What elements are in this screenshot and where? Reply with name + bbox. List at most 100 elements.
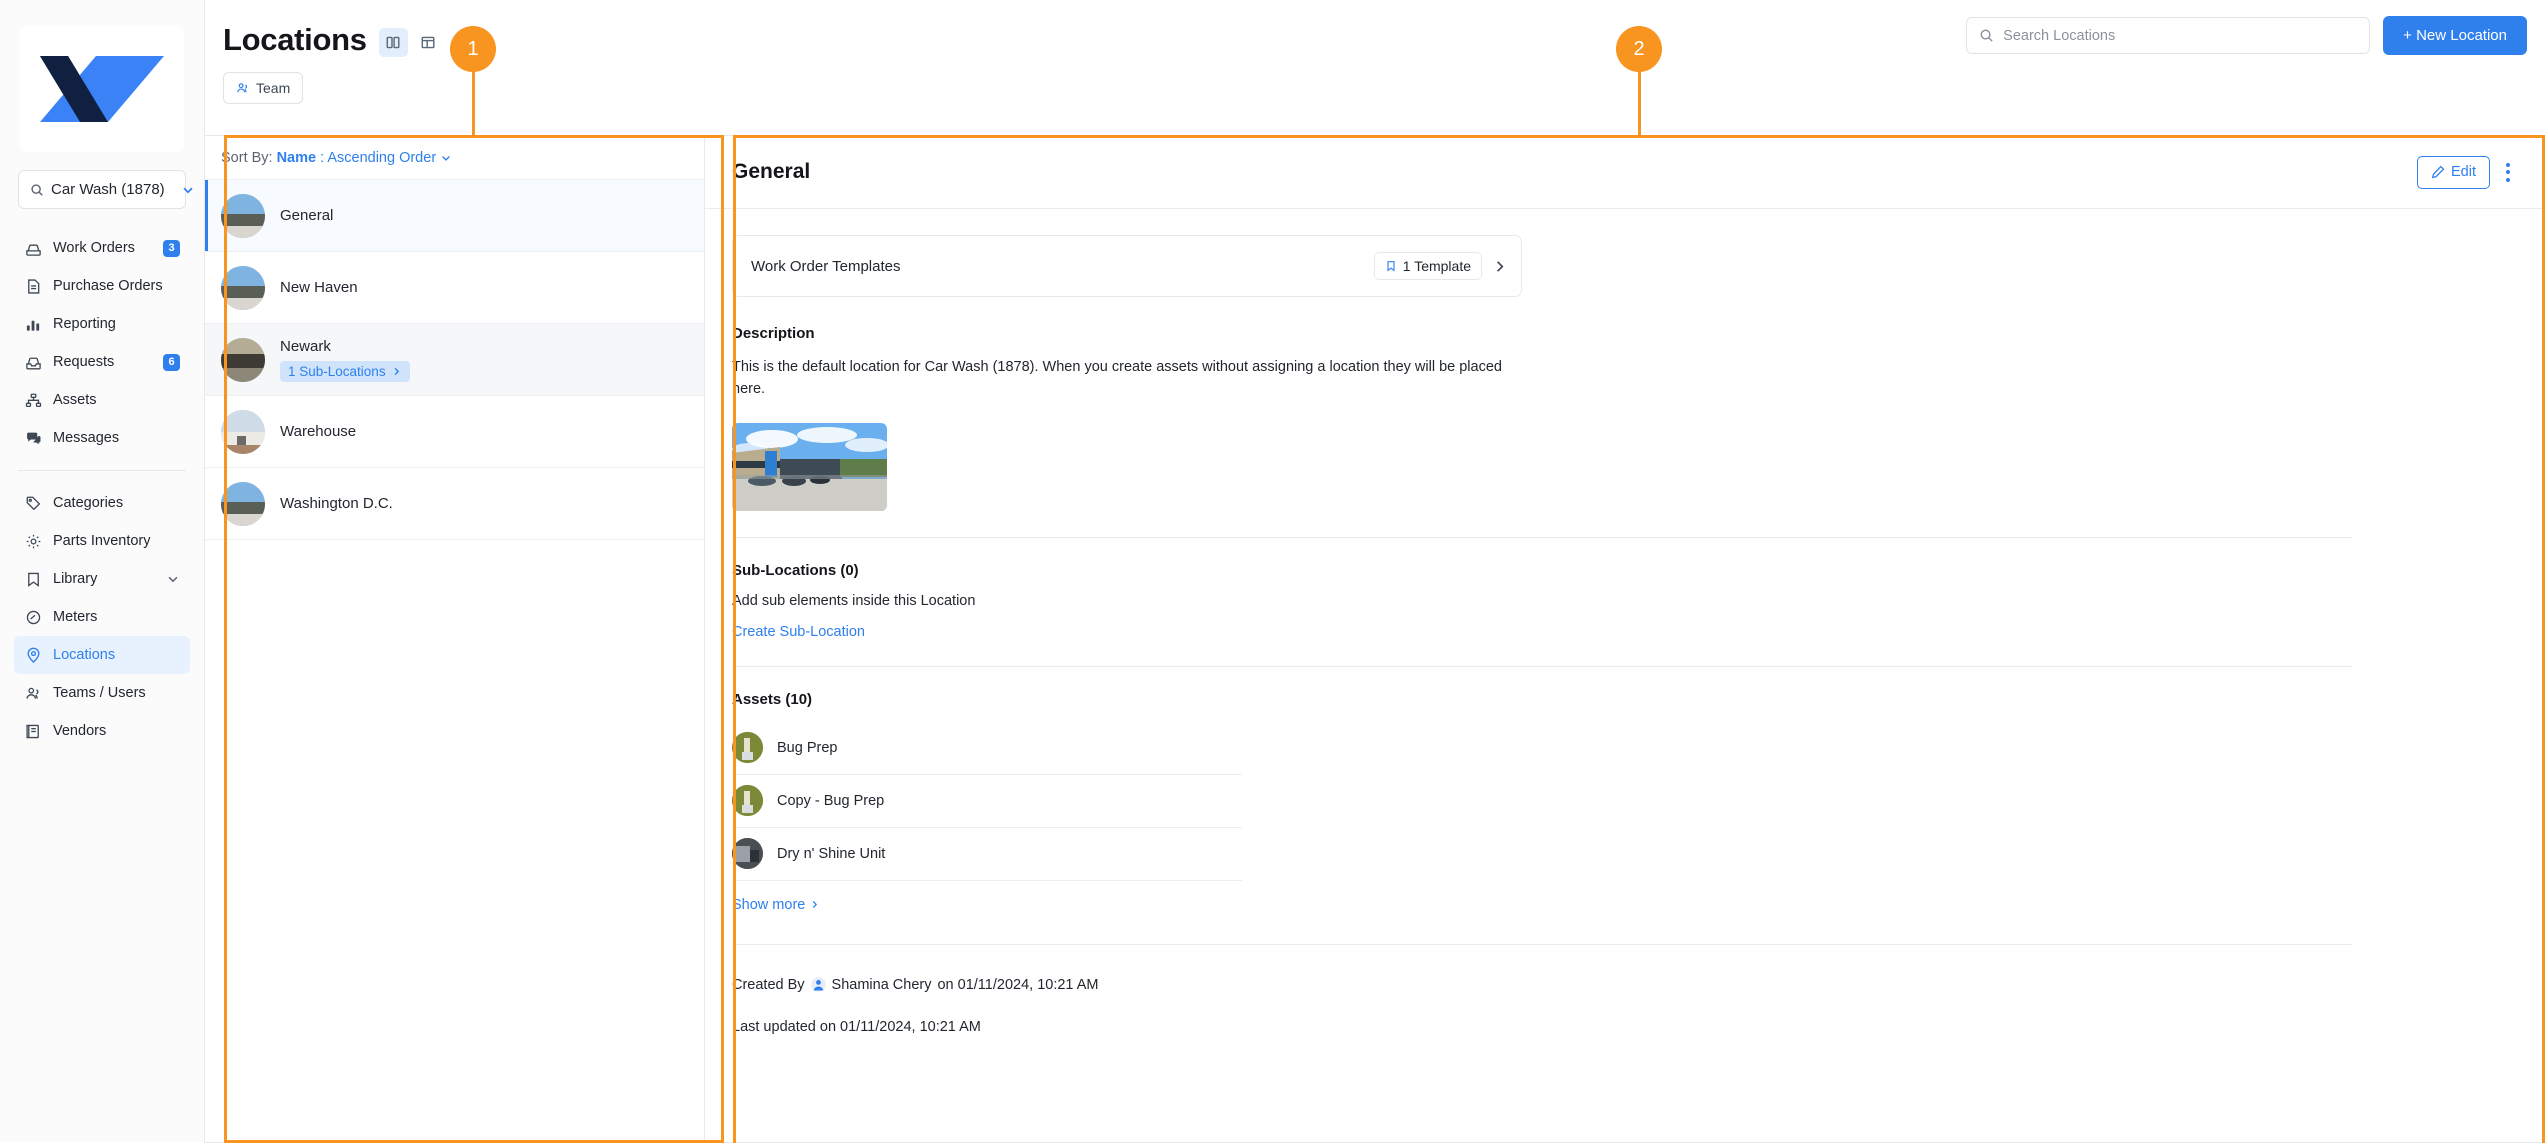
- list-item-body: Washington D.C.: [280, 495, 393, 512]
- description-heading: Description: [732, 325, 815, 342]
- sort-by-dropdown[interactable]: Name: Ascending Order: [277, 150, 453, 166]
- created-on-timestamp: on 01/11/2024, 10:21 AM: [937, 976, 1099, 993]
- assets-list: Bug Prep Copy - Bug Prep Dry n' Shine Un…: [732, 722, 1242, 914]
- created-by-row: Created By Shamina Chery on 01/11/2024, …: [732, 977, 2517, 993]
- org-selector[interactable]: Car Wash (1878): [18, 170, 193, 209]
- list-item[interactable]: Copy - Bug Prep: [732, 775, 1242, 828]
- location-thumbnail: [221, 481, 265, 526]
- sidebar-item-label: Requests: [53, 354, 115, 370]
- work-order-templates-card[interactable]: Work Order Templates 1 Template: [732, 235, 1522, 297]
- annotation-bubble-1: 1: [450, 26, 496, 72]
- logo-x-icon: [40, 56, 164, 122]
- annotation-number: 2: [1633, 37, 1645, 60]
- list-item[interactable]: Washington D.C.: [205, 468, 704, 540]
- asset-thumbnail: [732, 785, 763, 817]
- list-item-label: New Haven: [280, 279, 358, 296]
- location-thumbnail: [221, 265, 265, 310]
- sidebar-item-categories[interactable]: Categories: [14, 484, 190, 522]
- sidebar-item-label: Categories: [53, 495, 124, 511]
- asset-label: Bug Prep: [777, 739, 838, 756]
- sidebar-item-locations[interactable]: Locations: [14, 636, 190, 674]
- list-item[interactable]: New Haven: [205, 252, 704, 324]
- show-more-label: Show more: [732, 896, 806, 913]
- pencil-icon: [2431, 165, 2445, 179]
- search-locations-box[interactable]: [1966, 17, 2371, 54]
- sidebar-item-library[interactable]: Library: [14, 560, 190, 598]
- sidebar-item-meters[interactable]: Meters: [14, 598, 190, 636]
- sidebar-item-label: Teams / Users: [53, 685, 146, 701]
- list-item[interactable]: Warehouse: [205, 396, 704, 468]
- new-location-button[interactable]: + New Location: [2383, 16, 2527, 55]
- divider: [732, 536, 2352, 538]
- create-sublocation-link[interactable]: Create Sub-Location: [732, 624, 865, 640]
- list-item[interactable]: Bug Prep: [732, 722, 1242, 775]
- annotation-number: 1: [467, 37, 479, 60]
- sidebar-nav-secondary: Categories Parts Inventory Library Meter…: [0, 484, 204, 750]
- work-orders-icon: [24, 239, 42, 257]
- tag-icon: [24, 494, 42, 512]
- search-input[interactable]: [2003, 27, 2358, 44]
- sort-order-label: : Ascending Order: [320, 149, 437, 166]
- sidebar-item-teams-users[interactable]: Teams / Users: [14, 674, 190, 712]
- status-badge: 6: [163, 353, 180, 371]
- list-item[interactable]: General: [205, 180, 704, 252]
- bookmark-icon: [1385, 260, 1397, 272]
- view-toggle-group: [378, 28, 443, 57]
- work-order-templates-label: Work Order Templates: [751, 257, 901, 275]
- edit-button[interactable]: Edit: [2417, 155, 2490, 189]
- status-badge: 3: [163, 239, 180, 257]
- sidebar-item-work-orders[interactable]: Work Orders 3: [14, 229, 190, 267]
- list-item[interactable]: Dry n' Shine Unit: [732, 828, 1242, 881]
- panel-view-icon[interactable]: [414, 28, 443, 57]
- page-header: Locations Team Search Locations + New Lo…: [205, 0, 2545, 135]
- sidebar-nav-primary: Work Orders 3 Purchase Orders Reporting: [0, 229, 204, 457]
- chevron-down-icon[interactable]: [179, 183, 195, 197]
- annotation-stem-1: [472, 70, 475, 136]
- show-more-link[interactable]: Show more: [732, 897, 820, 913]
- messages-icon: [24, 429, 42, 447]
- divider: [732, 665, 2352, 667]
- location-thumbnail: [221, 337, 265, 382]
- sidebar-item-requests[interactable]: Requests 6: [14, 343, 190, 381]
- list-item-label: Newark: [280, 337, 331, 355]
- split-view-icon[interactable]: [378, 28, 408, 57]
- sidebar-divider: [18, 470, 186, 471]
- sidebar-item-vendors[interactable]: Vendors: [14, 712, 190, 750]
- list-item-body: Newark 1 Sub-Locations: [280, 338, 410, 382]
- gauge-icon: [24, 608, 42, 626]
- sidebar: Car Wash (1878) Work Orders 3 Purchase O…: [0, 0, 205, 1143]
- asset-label: Copy - Bug Prep: [777, 792, 885, 809]
- locations-list-panel: Sort By: Name: Ascending Order General N…: [205, 135, 705, 1143]
- list-item-body: Warehouse: [280, 423, 356, 440]
- location-pin-icon: [24, 646, 42, 664]
- sub-locations-chip[interactable]: 1 Sub-Locations: [280, 360, 410, 382]
- sidebar-item-label: Parts Inventory: [53, 533, 151, 549]
- list-item[interactable]: Newark 1 Sub-Locations: [205, 324, 704, 396]
- location-photo[interactable]: [732, 422, 887, 511]
- header-actions: + New Location: [1966, 16, 2527, 55]
- sidebar-item-purchase-orders[interactable]: Purchase Orders: [14, 267, 190, 305]
- list-item-body: General: [280, 207, 333, 224]
- users-icon: [24, 684, 42, 702]
- more-options-icon[interactable]: [2494, 156, 2522, 189]
- sidebar-item-assets[interactable]: Assets: [14, 381, 190, 419]
- chevron-down-icon[interactable]: [166, 572, 180, 586]
- sublocations-heading: Sub-Locations (0): [732, 561, 859, 579]
- chevron-right-icon[interactable]: [1492, 259, 1507, 274]
- location-thumbnail: [221, 409, 265, 454]
- sidebar-item-parts-inventory[interactable]: Parts Inventory: [14, 522, 190, 560]
- asset-thumbnail: [732, 732, 763, 764]
- sort-prefix-label: Sort By:: [221, 149, 273, 166]
- chevron-right-icon: [809, 899, 820, 910]
- team-button[interactable]: Team: [223, 72, 304, 104]
- sidebar-item-messages[interactable]: Messages: [14, 419, 190, 457]
- edit-button-label: Edit: [2451, 164, 2476, 180]
- template-count-chip[interactable]: 1 Template: [1373, 252, 1482, 280]
- sidebar-item-reporting[interactable]: Reporting: [14, 305, 190, 343]
- org-selector-value: Car Wash (1878): [51, 181, 165, 198]
- sort-field-label: Name: [276, 149, 317, 166]
- asset-thumbnail: [732, 838, 763, 870]
- annotation-stem-2: [1638, 70, 1641, 136]
- chevron-right-icon: [391, 366, 402, 377]
- annotation-bubble-2: 2: [1616, 26, 1662, 72]
